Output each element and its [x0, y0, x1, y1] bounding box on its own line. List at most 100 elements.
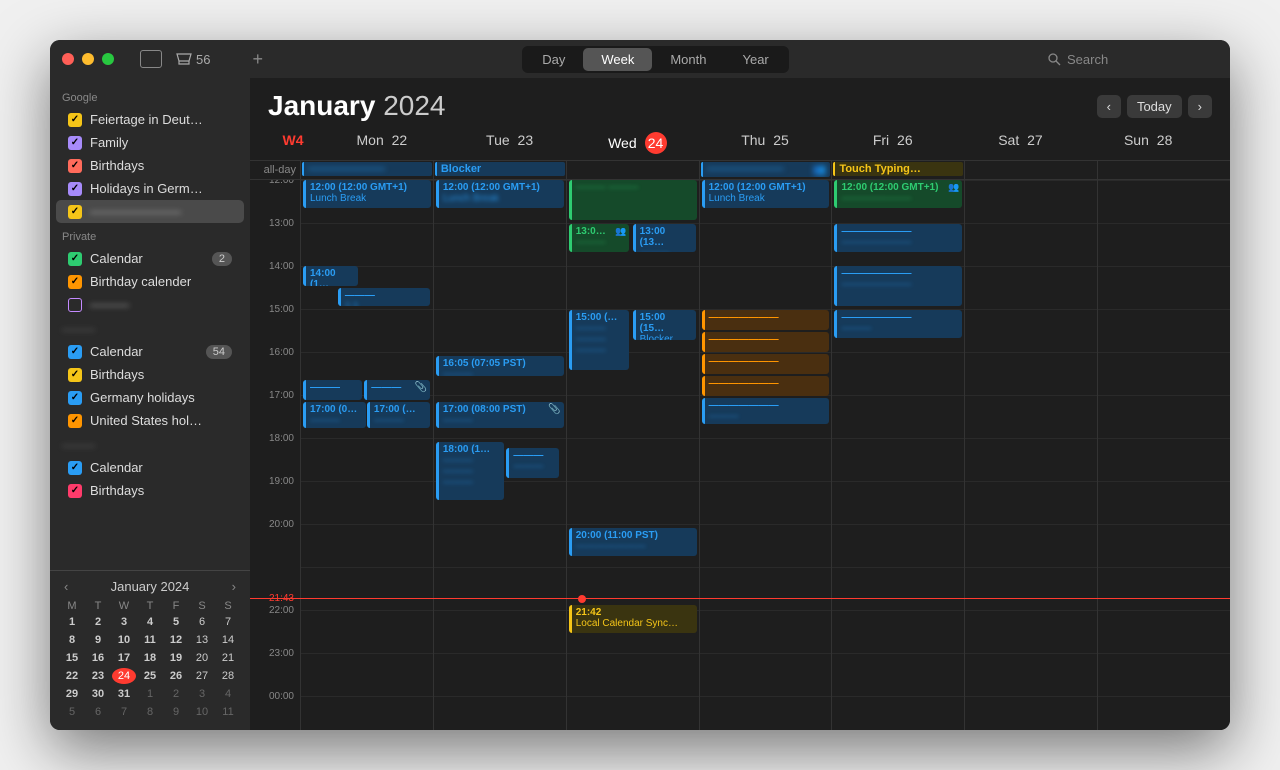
- calendar-item[interactable]: ✓Birthdays: [56, 154, 244, 177]
- minical-day[interactable]: 2: [164, 686, 188, 702]
- day-header[interactable]: Mon 22: [318, 132, 446, 154]
- minical-day[interactable]: 26: [164, 668, 188, 684]
- calendar-item[interactable]: ———: [56, 293, 244, 316]
- minical-day[interactable]: 5: [164, 614, 188, 630]
- minical-day[interactable]: 6: [86, 704, 110, 720]
- minical-day[interactable]: 21: [216, 650, 240, 666]
- calendar-event[interactable]: ——————: [506, 448, 559, 478]
- minimize-icon[interactable]: [82, 53, 94, 65]
- close-icon[interactable]: [62, 53, 74, 65]
- sidebar-toggle-icon[interactable]: [140, 50, 162, 68]
- calendar-event[interactable]: 13:00 (13…———: [633, 224, 696, 252]
- calendar-item[interactable]: ✓Birthdays: [56, 479, 244, 502]
- calendar-event[interactable]: ——————————————: [834, 266, 962, 306]
- calendar-event[interactable]: ——————————————: [834, 224, 962, 252]
- day-header[interactable]: Tue 23: [446, 132, 574, 154]
- allday-cell[interactable]: ———————👥: [699, 161, 832, 179]
- minical-day[interactable]: 22: [60, 668, 84, 684]
- calendar-item[interactable]: ✓Family: [56, 131, 244, 154]
- calendar-event[interactable]: ——— ———: [569, 180, 697, 220]
- calendar-checkbox[interactable]: ✓: [68, 113, 82, 127]
- calendar-event[interactable]: 12:00 (12:00 GMT+1)Lunch Break: [303, 180, 431, 208]
- minical-day[interactable]: 30: [86, 686, 110, 702]
- calendar-event[interactable]: 15:00 (…——— ——— ———: [569, 310, 630, 370]
- calendar-event[interactable]: 20:00 (11:00 PST)———————: [569, 528, 697, 556]
- next-week-button[interactable]: ›: [1188, 95, 1212, 118]
- calendar-checkbox[interactable]: ✓: [68, 275, 82, 289]
- calendar-item[interactable]: ✓———————: [56, 200, 244, 223]
- allday-cell[interactable]: [964, 161, 1097, 179]
- minical-day[interactable]: 28: [216, 668, 240, 684]
- calendar-event[interactable]: 12:00 (12:00 GMT+1)Lunch Break: [436, 180, 564, 208]
- minical-day[interactable]: 9: [86, 632, 110, 648]
- view-week[interactable]: Week: [583, 48, 652, 71]
- minical-day[interactable]: 14: [216, 632, 240, 648]
- minical-day[interactable]: 4: [216, 686, 240, 702]
- calendar-item[interactable]: ✓Calendar2: [56, 247, 244, 270]
- calendar-item[interactable]: ✓Holidays in Germ…: [56, 177, 244, 200]
- calendar-event[interactable]: 17:00 (0…———: [303, 402, 366, 428]
- allday-cell[interactable]: [566, 161, 699, 179]
- calendar-event[interactable]: ———————: [702, 376, 830, 396]
- calendar-event[interactable]: ———: [303, 380, 362, 400]
- minical-day[interactable]: 11: [138, 632, 162, 648]
- minical-day[interactable]: 19: [164, 650, 188, 666]
- week-grid[interactable]: 12:0013:0014:0015:0016:0017:0018:0019:00…: [250, 180, 1230, 730]
- view-year[interactable]: Year: [724, 48, 786, 71]
- minical-day[interactable]: 3: [190, 686, 214, 702]
- view-day[interactable]: Day: [524, 48, 583, 71]
- calendar-event[interactable]: 13:0…———👥: [569, 224, 630, 252]
- add-event-button[interactable]: +: [252, 49, 263, 70]
- calendar-item[interactable]: ✓Calendar: [56, 456, 244, 479]
- day-column[interactable]: [964, 180, 1097, 730]
- minical-day[interactable]: 20: [190, 650, 214, 666]
- allday-cell[interactable]: ———————: [300, 161, 433, 179]
- calendar-item[interactable]: ✓Birthday calender: [56, 270, 244, 293]
- calendar-event[interactable]: ———————: [702, 354, 830, 374]
- minical-prev-button[interactable]: ‹: [60, 579, 72, 594]
- minical-day[interactable]: 31: [112, 686, 136, 702]
- calendar-event[interactable]: ———————: [702, 310, 830, 330]
- allday-event[interactable]: Blocker: [435, 162, 565, 176]
- minical-next-button[interactable]: ›: [228, 579, 240, 594]
- day-column[interactable]: 12:00 (12:00 GMT+1)Lunch Break 16:05 (07:…: [433, 180, 566, 730]
- calendar-event[interactable]: 18:00 (1…——— ——— ———: [436, 442, 505, 500]
- calendar-event[interactable]: 21:42Local Calendar Sync…: [569, 605, 697, 633]
- calendar-checkbox[interactable]: ✓: [68, 159, 82, 173]
- minical-day[interactable]: 29: [60, 686, 84, 702]
- calendar-event[interactable]: ——————————: [834, 310, 962, 338]
- minical-day[interactable]: 1: [138, 686, 162, 702]
- minical-day[interactable]: 13: [190, 632, 214, 648]
- calendar-item[interactable]: ✓United States hol…: [56, 409, 244, 432]
- calendar-event[interactable]: ———————: [702, 332, 830, 352]
- minical-day[interactable]: 8: [60, 632, 84, 648]
- calendar-checkbox[interactable]: ✓: [68, 252, 82, 266]
- today-button[interactable]: Today: [1127, 95, 1182, 118]
- calendar-checkbox[interactable]: ✓: [68, 461, 82, 475]
- day-header[interactable]: Sun 28: [1084, 132, 1212, 154]
- calendar-event[interactable]: 12:00 (12:00 GMT+1)Lunch Break: [702, 180, 830, 208]
- calendar-event[interactable]: 12:00 (12:00 GMT+1)———————👥: [834, 180, 962, 208]
- minical-day[interactable]: 9: [164, 704, 188, 720]
- day-column[interactable]: [1097, 180, 1230, 730]
- calendar-event[interactable]: 14:00 (1…: [303, 266, 358, 286]
- minical-day[interactable]: 24: [112, 668, 136, 684]
- fullscreen-icon[interactable]: [102, 53, 114, 65]
- calendar-checkbox[interactable]: ✓: [68, 182, 82, 196]
- calendar-event[interactable]: 16:05 (07:05 PST)———: [436, 356, 564, 376]
- calendar-event[interactable]: 15:00 (15…Blocker: [633, 310, 696, 340]
- allday-cell[interactable]: Touch Typing…: [831, 161, 964, 179]
- view-month[interactable]: Month: [652, 48, 724, 71]
- minical-day[interactable]: 11: [216, 704, 240, 720]
- minical-day[interactable]: 18: [138, 650, 162, 666]
- minical-day[interactable]: 5: [60, 704, 84, 720]
- calendar-checkbox[interactable]: ✓: [68, 205, 82, 219]
- day-header[interactable]: Fri 26: [829, 132, 957, 154]
- minical-day[interactable]: 3: [112, 614, 136, 630]
- day-header[interactable]: Wed 24: [573, 132, 701, 154]
- minical-day[interactable]: 27: [190, 668, 214, 684]
- minical-day[interactable]: 10: [190, 704, 214, 720]
- calendar-checkbox[interactable]: ✓: [68, 136, 82, 150]
- minical-day[interactable]: 16: [86, 650, 110, 666]
- calendar-item[interactable]: ✓Feiertage in Deut…: [56, 108, 244, 131]
